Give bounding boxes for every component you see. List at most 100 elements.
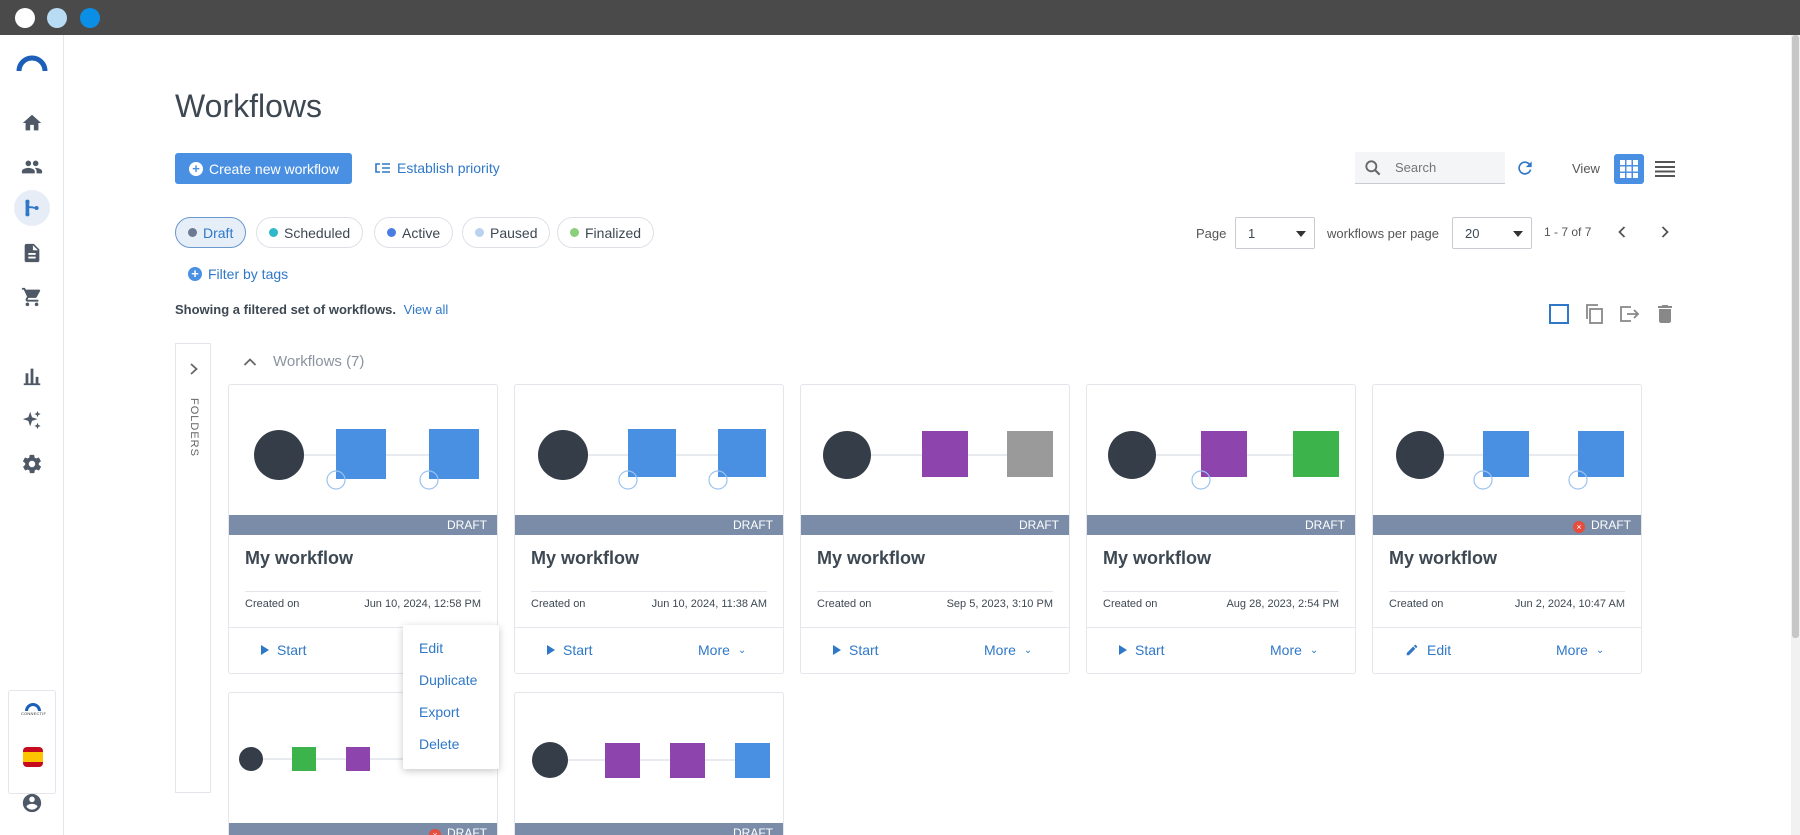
created-date: Aug 28, 2023, 2:54 PM (1226, 598, 1339, 610)
contacts-icon[interactable] (17, 152, 47, 182)
view-all-link[interactable]: View all (404, 302, 449, 317)
menu-item-export[interactable]: Export (419, 704, 459, 720)
more-button[interactable]: More ⌄ (1556, 642, 1604, 658)
filter-active[interactable]: Active (374, 217, 454, 248)
store-icon[interactable] (17, 282, 47, 312)
status-bar: × DRAFT (229, 823, 497, 835)
workflow-title[interactable]: My workflow (245, 548, 353, 569)
connectif-logo[interactable]: CONNECTIF (21, 703, 46, 723)
chevron-right-icon[interactable] (186, 361, 202, 377)
create-new-workflow-button[interactable]: + Create new workflow (175, 153, 352, 184)
divider (817, 591, 1053, 592)
duplicate-icon[interactable] (1582, 302, 1606, 326)
view-label: View (1572, 161, 1600, 176)
start-button[interactable]: Start (1119, 642, 1165, 658)
workflow-card[interactable]: DRAFT My workflow Created on Sep 5, 2023… (800, 384, 1070, 674)
filter-by-tags-link[interactable]: + Filter by tags (188, 266, 288, 282)
app-logo[interactable] (16, 54, 48, 72)
list-icon (1655, 161, 1675, 177)
menu-item-delete[interactable]: Delete (419, 736, 459, 752)
maximize-window-button[interactable] (80, 8, 100, 28)
user-account-icon[interactable] (17, 788, 47, 818)
divider (1103, 591, 1339, 592)
more-label: More (984, 642, 1016, 658)
close-window-button[interactable] (15, 8, 35, 28)
refresh-icon[interactable] (1515, 158, 1535, 178)
per-page-label: workflows per page (1327, 226, 1439, 241)
error-icon: × (1573, 521, 1585, 533)
workflow-title[interactable]: My workflow (531, 548, 639, 569)
sidebar-bottom-panel: CONNECTIF (8, 690, 56, 794)
more-button[interactable]: More ⌄ (1270, 642, 1318, 658)
start-button[interactable]: Start (547, 642, 593, 658)
created-label: Created on (817, 598, 872, 610)
play-icon (547, 645, 555, 655)
plus-icon: + (189, 161, 203, 176)
workflow-title[interactable]: My workflow (1103, 548, 1211, 569)
workflows-section-header[interactable]: Workflows (7) (243, 353, 364, 370)
filter-finalized[interactable]: Finalized (557, 217, 655, 248)
status-badge: DRAFT (447, 826, 487, 835)
filter-notice: Showing a filtered set of workflows. Vie… (175, 302, 448, 317)
filter-by-tags-label: Filter by tags (208, 266, 289, 282)
start-label: Start (277, 642, 307, 658)
workflow-title[interactable]: My workflow (817, 548, 925, 569)
chevron-down-icon (1296, 231, 1306, 237)
more-button[interactable]: More ⌄ (984, 642, 1032, 658)
filter-finalized-label: Finalized (585, 224, 642, 241)
created-label: Created on (1103, 598, 1158, 610)
workflow-title[interactable]: My workflow (1389, 548, 1497, 569)
grid-icon (1620, 160, 1638, 178)
settings-icon[interactable] (17, 449, 47, 479)
start-button[interactable]: Start (833, 642, 879, 658)
delete-icon[interactable] (1653, 302, 1677, 326)
workflow-card[interactable]: DRAFT My workflow Created on Aug 28, 202… (1086, 384, 1356, 674)
start-button[interactable]: Start (261, 642, 307, 658)
created-date: Sep 5, 2023, 3:10 PM (946, 598, 1053, 610)
grid-view-button[interactable] (1614, 154, 1644, 184)
folders-label: FOLDERS (188, 398, 200, 457)
page-select[interactable]: 1 (1235, 217, 1315, 249)
divider (531, 591, 767, 592)
workflows-icon[interactable] (14, 190, 50, 226)
chevron-down-icon: ⌄ (1595, 644, 1605, 656)
workflow-card[interactable]: DRAFT (514, 692, 784, 835)
ai-icon[interactable] (17, 405, 47, 435)
status-badge: DRAFT (1591, 518, 1631, 532)
previous-page-icon[interactable] (1612, 222, 1632, 242)
status-badge: DRAFT (1305, 518, 1345, 532)
workflow-preview-image (532, 742, 770, 778)
home-icon[interactable] (17, 108, 47, 138)
folders-panel[interactable]: FOLDERS (175, 343, 211, 793)
play-icon (261, 645, 269, 655)
reports-icon[interactable] (17, 361, 47, 391)
page-select-value: 1 (1248, 225, 1256, 241)
filter-draft[interactable]: Draft (175, 217, 247, 248)
filter-notice-text: Showing a filtered set of workflows. (175, 302, 397, 317)
filter-paused[interactable]: Paused (462, 217, 551, 248)
status-badge: DRAFT (733, 826, 773, 835)
more-button[interactable]: More ⌄ (698, 642, 746, 658)
language-flag-icon[interactable] (23, 747, 43, 767)
establish-priority-link[interactable]: Establish priority (375, 160, 500, 176)
create-new-workflow-label: Create new workflow (209, 160, 339, 177)
next-page-icon[interactable] (1655, 222, 1675, 242)
filter-scheduled[interactable]: Scheduled (256, 217, 364, 248)
per-page-select[interactable]: 20 (1452, 217, 1532, 249)
minimize-window-button[interactable] (47, 8, 67, 28)
select-all-checkbox-icon[interactable] (1547, 302, 1571, 326)
chevron-down-icon: ⌄ (737, 644, 747, 656)
workflow-card[interactable]: DRAFT My workflow Created on Jun 10, 202… (514, 384, 784, 674)
workflow-card[interactable]: × DRAFT My workflow Created on Jun 2, 202… (1372, 384, 1642, 674)
export-icon[interactable] (1617, 302, 1641, 326)
list-view-button[interactable] (1650, 154, 1680, 184)
chevron-up-icon[interactable] (243, 357, 257, 367)
page-scrollbar[interactable] (1791, 35, 1800, 835)
search-field[interactable] (1355, 152, 1505, 184)
edit-button[interactable]: Edit (1405, 642, 1451, 658)
status-badge: DRAFT (733, 518, 773, 532)
content-icon[interactable] (17, 238, 47, 268)
menu-item-edit[interactable]: Edit (419, 640, 443, 656)
menu-item-duplicate[interactable]: Duplicate (419, 672, 477, 688)
search-input[interactable] (1395, 160, 1495, 175)
